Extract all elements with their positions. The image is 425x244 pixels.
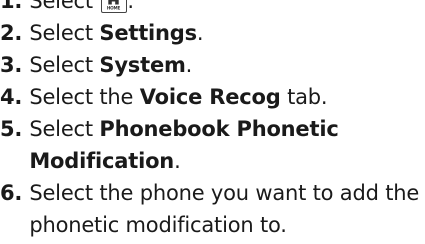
home-icon: HOME	[101, 0, 128, 13]
step-text: Select the phone you want to add the pho…	[29, 181, 420, 237]
step-number: 6.	[0, 181, 23, 205]
menu-item-system: System	[99, 53, 186, 77]
step-text: Select Settings.	[29, 21, 204, 45]
instruction-steps: 1. Select HOME . 2. Select Settings. 3. …	[0, 0, 425, 241]
menu-item-settings: Settings	[99, 21, 197, 45]
step-text: Select System.	[29, 53, 193, 77]
svg-text:HOME: HOME	[107, 6, 121, 11]
tab-voice-recog: Voice Recog	[139, 85, 281, 109]
step-text: Select Phonebook Phonetic Modification.	[29, 117, 339, 173]
step-number: 1.	[0, 0, 23, 13]
step-4: 4. Select the Voice Recog tab.	[0, 81, 425, 113]
step-text: Select HOME .	[29, 0, 425, 17]
step-number: 4.	[0, 85, 23, 109]
step-1: 1. Select HOME .	[0, 0, 425, 17]
step-text: Select the Voice Recog tab.	[29, 85, 328, 109]
step-number: 2.	[0, 21, 23, 45]
step-number: 3.	[0, 53, 23, 77]
step-number: 5.	[0, 117, 23, 141]
step-3: 3. Select System.	[0, 49, 425, 81]
instructions-page: 1. Select HOME . 2. Select Settings. 3. …	[0, 0, 425, 241]
step-5: 5. Select Phonebook Phonetic Modificatio…	[0, 113, 425, 177]
step-2: 2. Select Settings.	[0, 17, 425, 49]
step-6: 6. Select the phone you want to add the …	[0, 177, 425, 241]
